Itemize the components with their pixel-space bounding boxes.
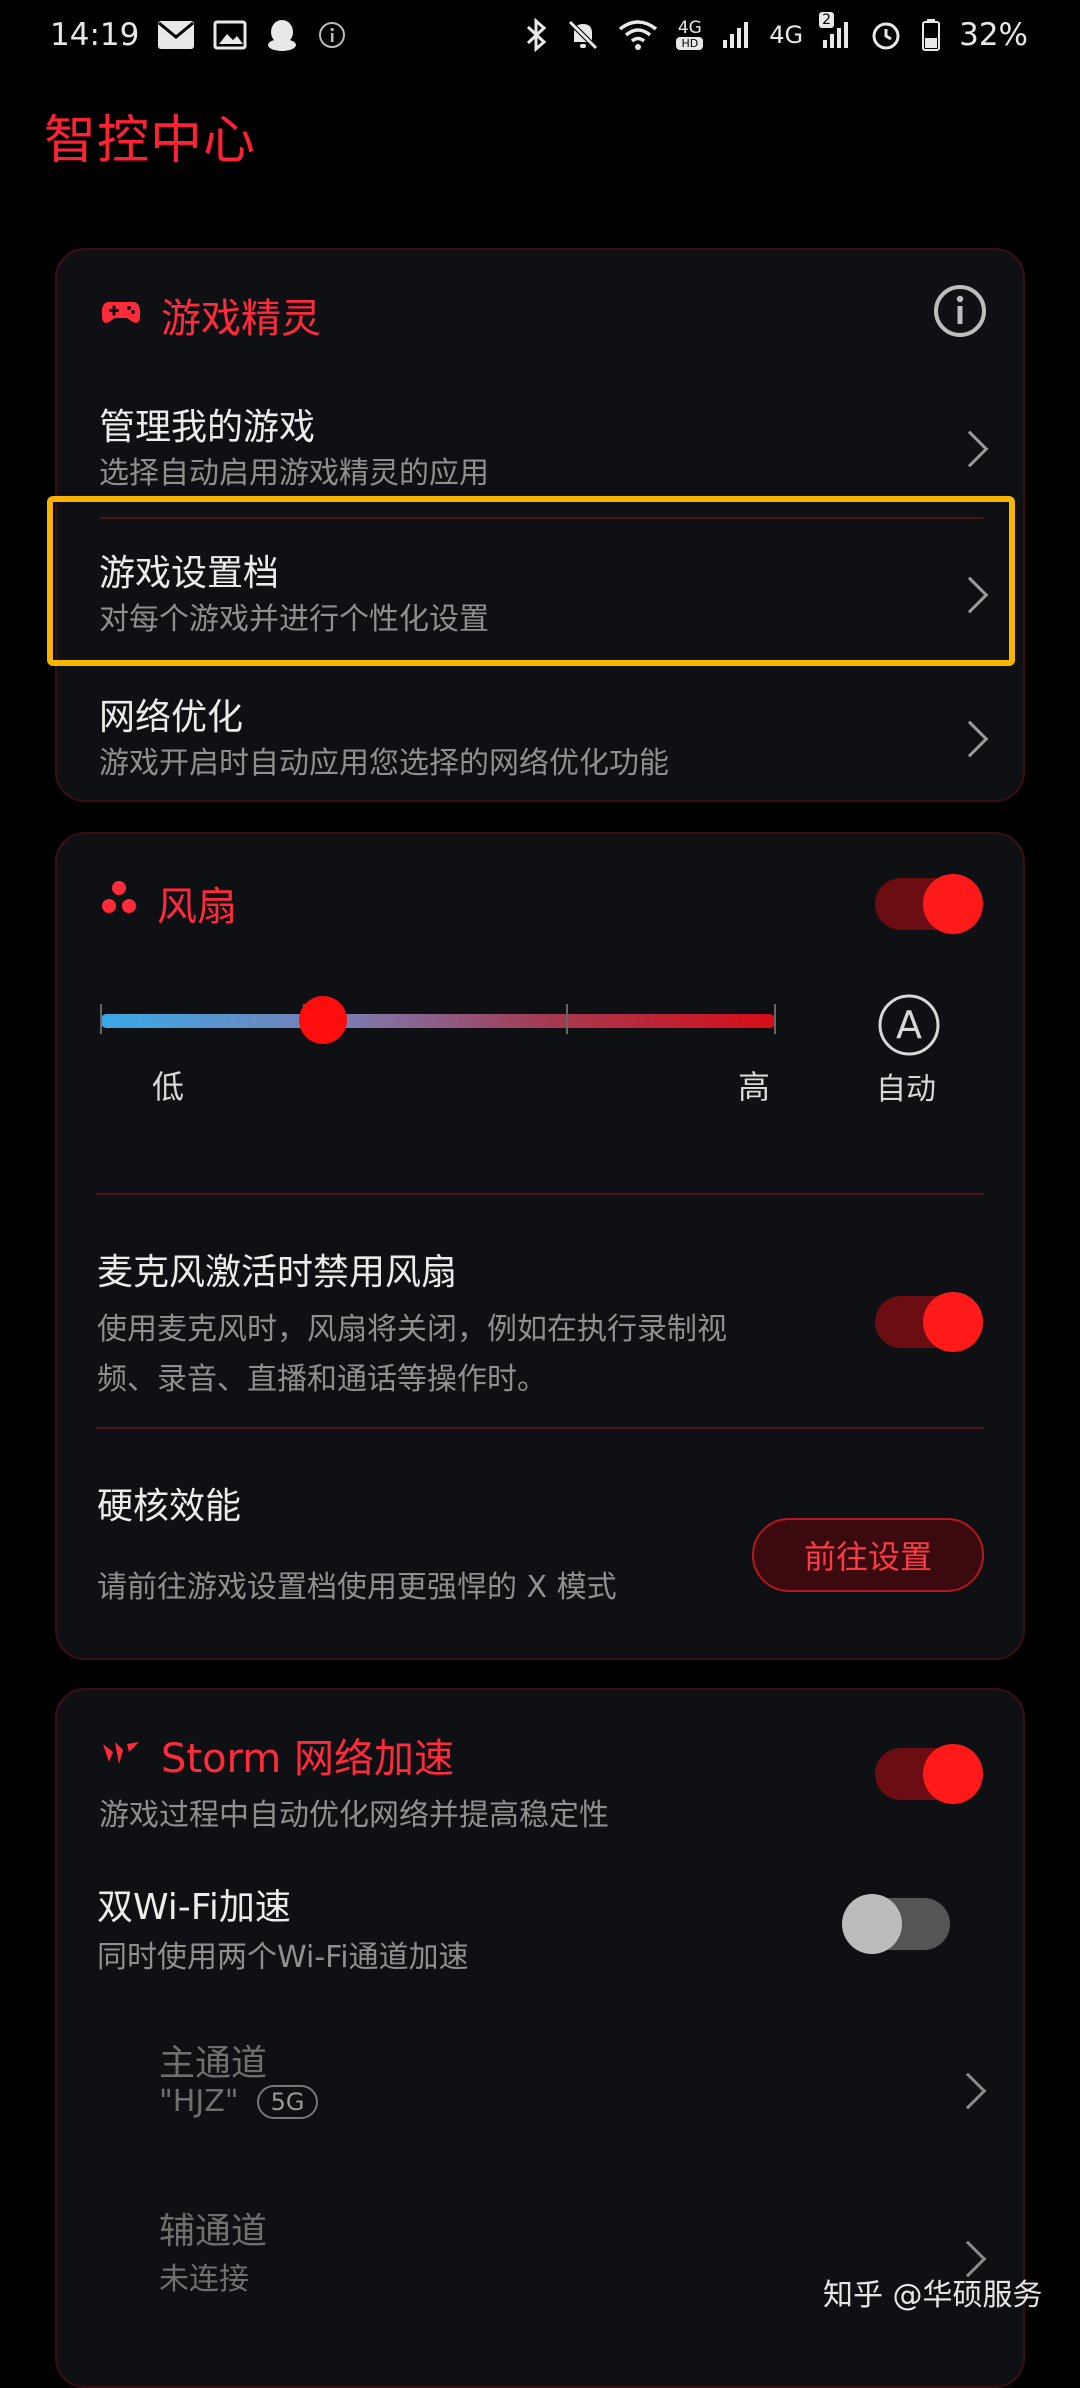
watermark: 知乎 @华硕服务 — [823, 2278, 1043, 2313]
band-5g-badge: 5G — [256, 2084, 319, 2119]
chevron-right-icon — [951, 430, 989, 468]
game-profile-subtitle: 对每个游戏并进行个性化设置 — [99, 602, 489, 637]
slider-thumb[interactable] — [299, 996, 348, 1044]
chevron-right-icon — [951, 576, 989, 614]
fan-title: 风扇 — [157, 884, 237, 930]
game-profile-title: 游戏设置档 — [99, 553, 280, 594]
chevron-right-icon — [949, 2072, 987, 2110]
secondary-channel-title: 辅通道 — [159, 2211, 268, 2252]
mic-disable-fan-subtitle-line2: 频、录音、直播和通话等操作时。 — [97, 1362, 547, 1397]
network-optimization-title: 网络优化 — [99, 697, 244, 738]
network-4g-hd-badge: 4G HD — [676, 18, 704, 50]
bluetooth-icon — [524, 18, 548, 52]
status-time: 14:19 — [50, 17, 140, 53]
slider-low-label: 低 — [152, 1068, 185, 1106]
qq-icon — [265, 18, 299, 52]
storm-header: Storm 网络加速 — [101, 1726, 454, 1784]
auto-letter: A — [896, 1003, 922, 1047]
primary-channel-title: 主通道 — [159, 2043, 268, 2084]
wifi-icon — [618, 19, 658, 51]
page-title: 智控中心 — [44, 111, 257, 171]
toggle-knob — [923, 874, 983, 934]
toggle-knob — [923, 1292, 983, 1352]
fan-icon — [101, 880, 137, 926]
game-genie-title: 游戏精灵 — [161, 296, 321, 342]
game-profile-item[interactable]: 游戏设置档 对每个游戏并进行个性化设置 — [57, 544, 1023, 644]
gmail-icon — [157, 20, 195, 50]
storm-icon — [101, 1732, 141, 1778]
hardcore-performance-title: 硬核效能 — [97, 1486, 242, 1527]
divider — [96, 1193, 984, 1195]
secondary-channel-status: 未连接 — [159, 2262, 249, 2297]
mic-disable-fan-toggle[interactable] — [873, 1292, 983, 1352]
battery-icon — [921, 18, 941, 52]
mic-disable-fan-title: 麦克风激活时禁用风扇 — [97, 1252, 458, 1293]
primary-channel-ssid: "HJZ" — [159, 2084, 239, 2119]
fan-toggle[interactable] — [873, 874, 983, 934]
network-4g-label: 4G — [769, 21, 804, 49]
game-genie-header: 游戏精灵 — [101, 286, 321, 344]
fan-header: 风扇 — [101, 874, 237, 932]
info-icon — [317, 20, 347, 50]
slider-rail — [100, 1014, 776, 1028]
network-optimization-item[interactable]: 网络优化 游戏开启时自动应用您选择的网络优化功能 — [57, 688, 1023, 788]
chevron-right-icon — [951, 720, 989, 758]
dual-wifi-title: 双Wi-Fi加速 — [97, 1887, 291, 1928]
slider-tick — [100, 1004, 102, 1034]
battery-percent: 32% — [959, 17, 1028, 53]
go-to-settings-button[interactable]: 前往设置 — [752, 1518, 984, 1592]
manage-my-games-item[interactable]: 管理我的游戏 选择自动启用游戏精灵的应用 — [57, 398, 1023, 498]
gallery-icon — [213, 20, 247, 50]
primary-channel-info: "HJZ" 5G — [159, 2084, 319, 2119]
info-icon[interactable] — [931, 282, 989, 344]
slider-high-label: 高 — [738, 1068, 771, 1106]
dual-wifi-toggle[interactable] — [842, 1894, 956, 1954]
signal-icon: 2 — [819, 12, 851, 50]
auto-label: 自动 — [876, 1072, 936, 1107]
gamepad-icon — [101, 292, 141, 338]
manage-games-subtitle: 选择自动启用游戏精灵的应用 — [99, 456, 489, 491]
alarm-icon — [869, 18, 903, 52]
mute-icon — [566, 18, 600, 52]
hardcore-performance-subtitle: 请前往游戏设置档使用更强悍的 X 模式 — [97, 1570, 617, 1605]
slider-tick — [774, 1004, 776, 1034]
manage-games-title: 管理我的游戏 — [99, 407, 316, 448]
network-optimization-subtitle: 游戏开启时自动应用您选择的网络优化功能 — [99, 746, 669, 781]
slider-tick — [566, 1004, 568, 1034]
fan-speed-slider[interactable] — [100, 996, 776, 1044]
storm-toggle[interactable] — [873, 1744, 983, 1804]
dual-wifi-subtitle: 同时使用两个Wi-Fi通道加速 — [97, 1940, 469, 1975]
primary-channel-item[interactable]: 主通道 "HJZ" 5G — [55, 2034, 1025, 2144]
signal-icon — [721, 20, 751, 50]
toggle-knob — [842, 1894, 902, 1954]
sim-badge: 2 — [819, 12, 835, 28]
fan-auto-button[interactable]: A — [876, 992, 942, 1058]
divider — [99, 517, 983, 519]
mic-disable-fan-subtitle-line1: 使用麦克风时，风扇将关闭，例如在执行录制视 — [97, 1312, 727, 1347]
storm-subtitle: 游戏过程中自动优化网络并提高稳定性 — [99, 1798, 609, 1833]
network-4g-hd-label: 4G — [677, 18, 702, 38]
storm-title: Storm 网络加速 — [161, 1736, 454, 1782]
toggle-knob — [923, 1744, 983, 1804]
game-genie-card: 游戏精灵 管理我的游戏 选择自动启用游戏精灵的应用 游戏设置档 对每个游戏并进行… — [55, 248, 1025, 802]
hd-badge-icon: HD — [676, 37, 704, 50]
status-bar: 14:19 4G HD 4G 2 32% — [0, 0, 1080, 70]
divider — [96, 1427, 984, 1429]
